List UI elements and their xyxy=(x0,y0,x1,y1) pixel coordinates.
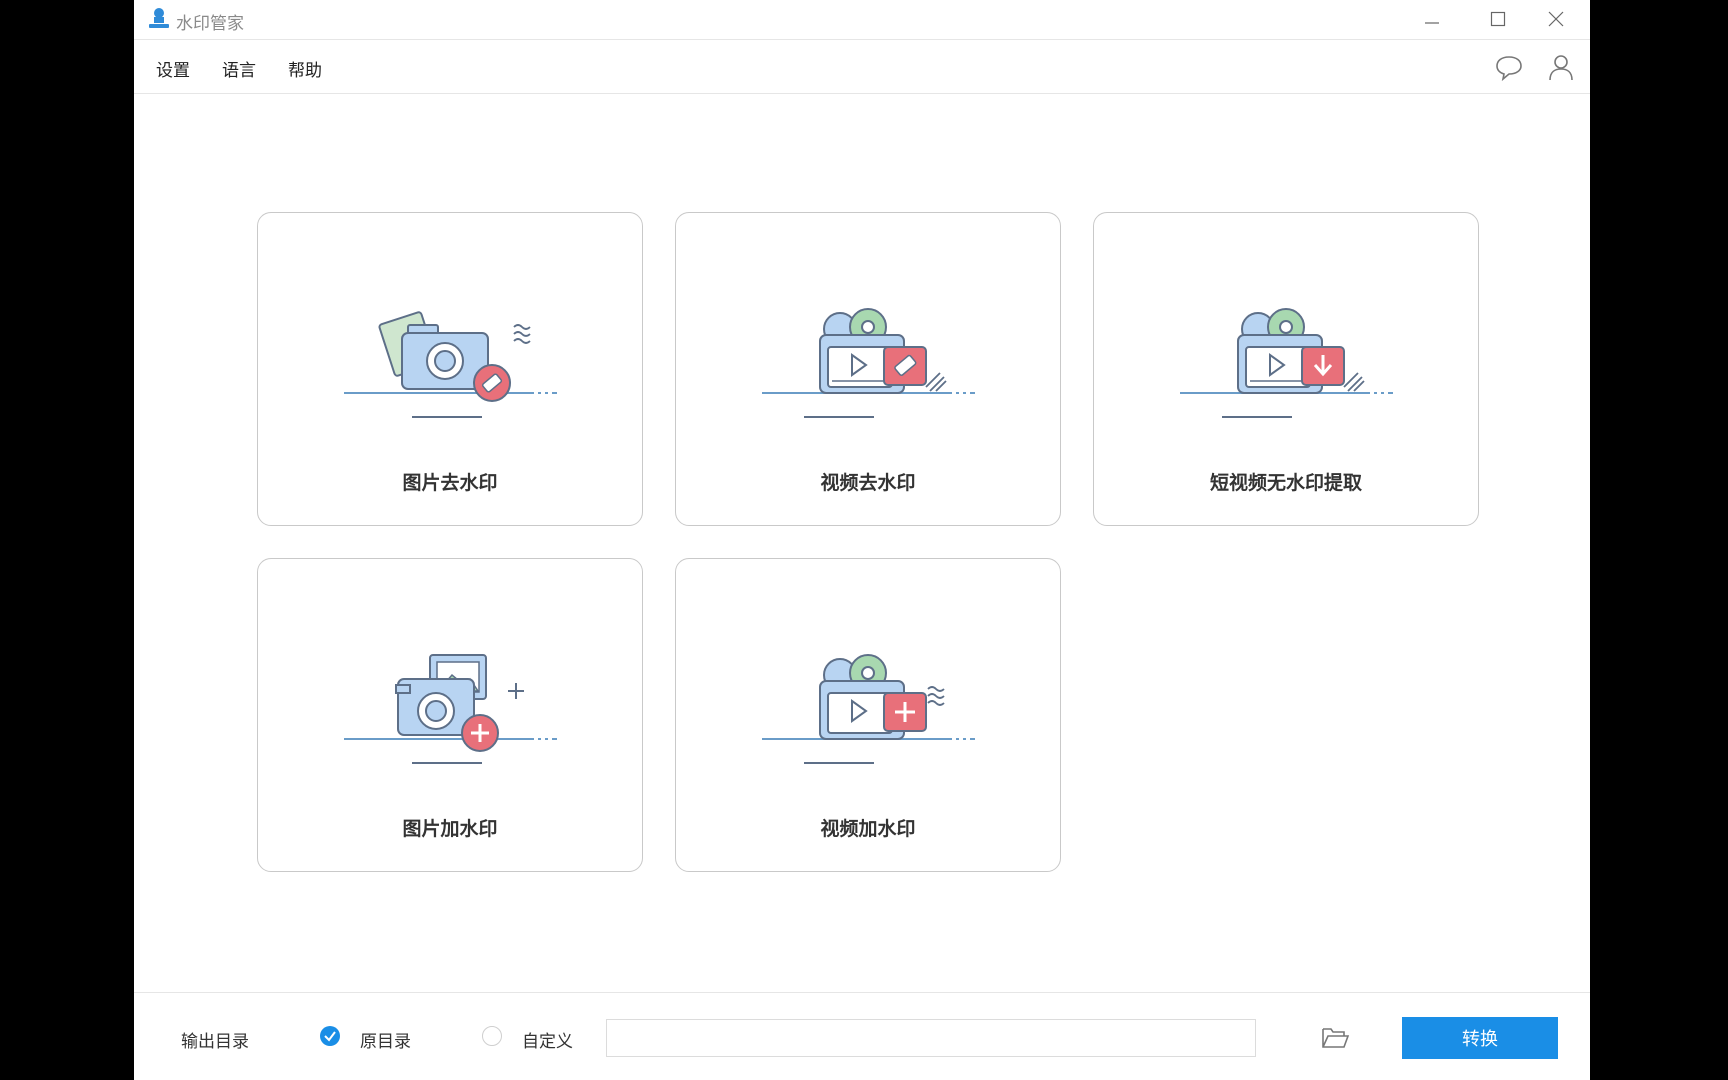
card-video-add-watermark[interactable]: 视频加水印 xyxy=(675,558,1061,872)
card-video-remove-watermark[interactable]: 视频去水印 xyxy=(675,212,1061,526)
minimize-icon xyxy=(1425,22,1439,24)
menu-help[interactable]: 帮助 xyxy=(288,56,322,81)
minimize-button[interactable] xyxy=(1398,0,1466,38)
card-label: 图片加水印 xyxy=(402,818,498,840)
title-bar: 水印管家 xyxy=(134,0,1590,40)
original-dir-label[interactable]: 原目录 xyxy=(360,1027,411,1052)
card-image-remove-watermark[interactable]: 图片去水印 xyxy=(257,212,643,526)
close-icon xyxy=(1548,11,1564,27)
video-download-icon xyxy=(1180,308,1393,418)
convert-button[interactable]: 转换 xyxy=(1402,1017,1558,1059)
output-dir-label: 输出目录 xyxy=(181,1032,249,1052)
camera-eraser-icon xyxy=(344,311,557,418)
card-label: 图片去水印 xyxy=(402,472,498,494)
app-logo-icon xyxy=(149,8,169,28)
maximize-icon xyxy=(1490,11,1506,27)
camera-add-icon xyxy=(344,654,557,764)
app-title: 水印管家 xyxy=(176,14,244,34)
card-label: 视频加水印 xyxy=(820,818,916,840)
menu-settings[interactable]: 设置 xyxy=(156,56,190,81)
custom-dir-label[interactable]: 自定义 xyxy=(522,1027,573,1052)
close-button[interactable] xyxy=(1522,0,1590,38)
card-short-video-extract[interactable]: 短视频无水印提取 xyxy=(1093,212,1479,526)
card-image-add-watermark[interactable]: 图片加水印 xyxy=(257,558,643,872)
checkmark-icon xyxy=(324,1031,336,1042)
output-path-input[interactable] xyxy=(606,1019,1256,1057)
card-label: 短视频无水印提取 xyxy=(1209,472,1362,494)
video-eraser-icon xyxy=(762,308,975,418)
video-add-icon xyxy=(762,654,975,764)
card-label: 视频去水印 xyxy=(820,472,916,494)
menu-language[interactable]: 语言 xyxy=(222,56,256,81)
radio-custom-dir[interactable] xyxy=(482,1026,502,1046)
chat-bubble-icon[interactable] xyxy=(1494,52,1524,82)
user-account-icon[interactable] xyxy=(1546,52,1576,82)
radio-original-dir[interactable] xyxy=(320,1026,340,1046)
app-window: 水印管家 设置 语言 帮助 图片去水印 视频去水印 短视频无水印提取 图片加水印… xyxy=(134,0,1590,1080)
footer-bar: 输出目录 原目录 自定义 转换 xyxy=(134,992,1590,1080)
folder-open-icon[interactable] xyxy=(1320,1023,1350,1051)
menu-bar: 设置 语言 帮助 xyxy=(134,40,1590,94)
